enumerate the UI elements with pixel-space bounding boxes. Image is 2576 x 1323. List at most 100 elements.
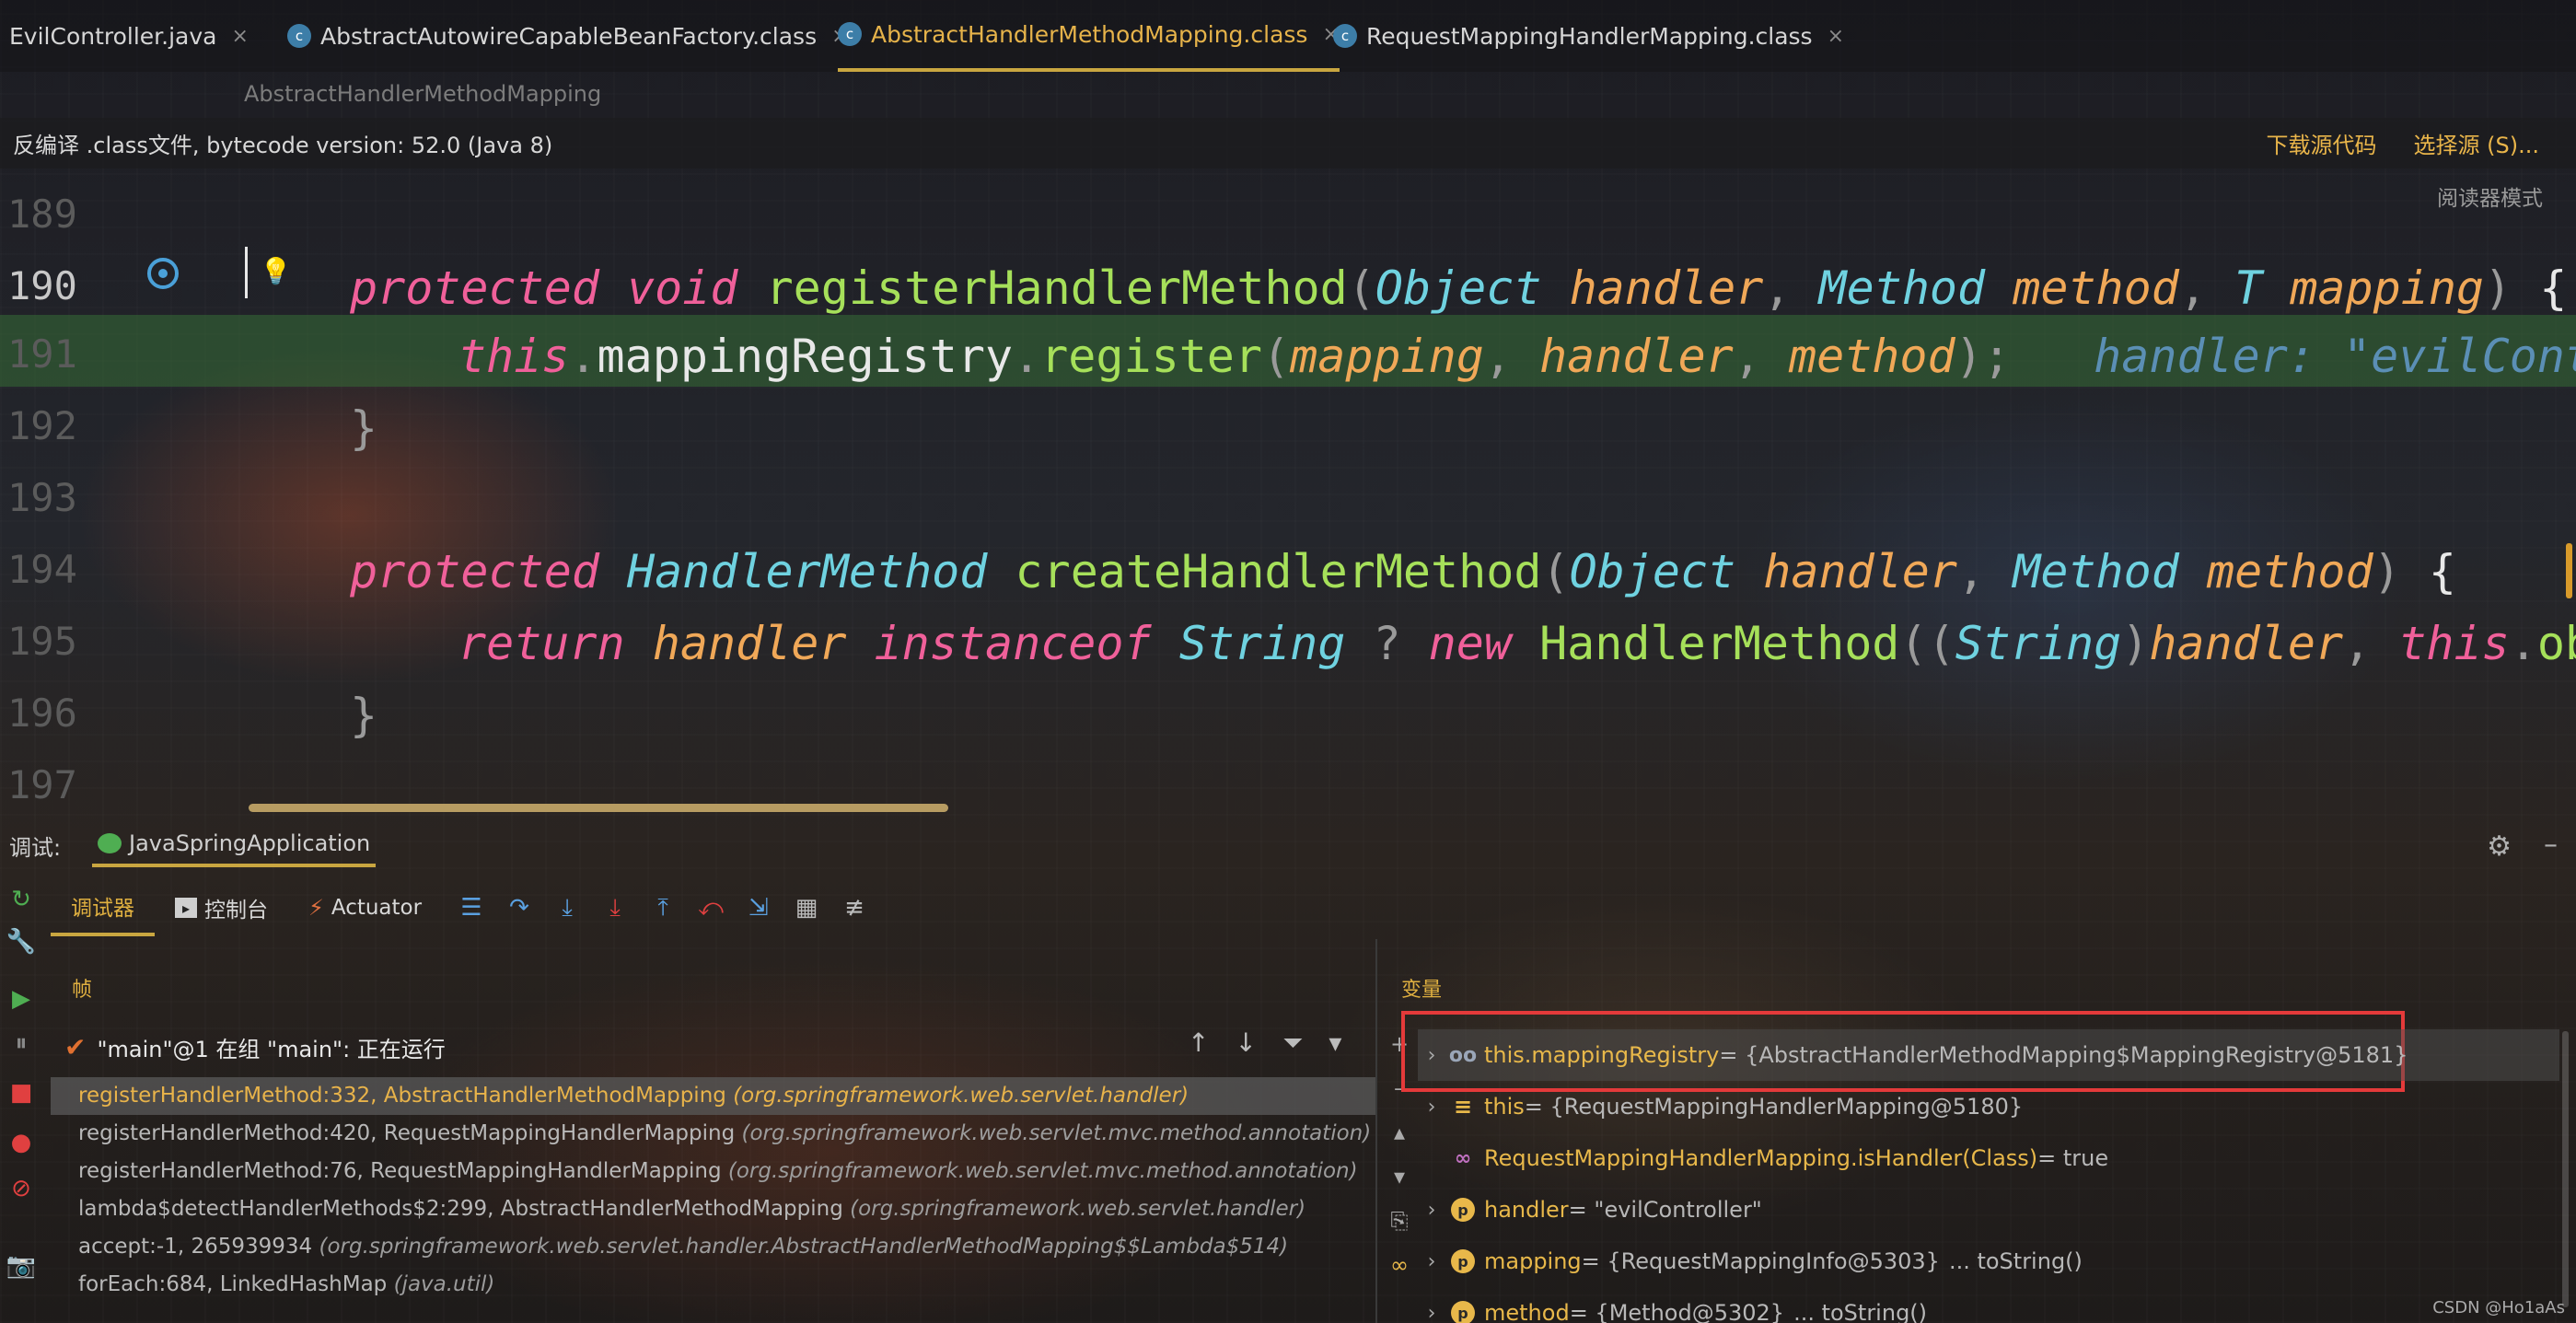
thread-label: "main"@1 在组 "main": 正在运行 <box>97 1037 446 1062</box>
variables-tree: › oo this.mappingRegistry = {AbstractHan… <box>1418 1029 2559 1323</box>
tab-debugger[interactable]: 调试器 <box>51 879 155 936</box>
step-over-icon[interactable]: ↷ <box>501 889 538 926</box>
bug-icon <box>98 833 122 853</box>
choose-source-link[interactable]: 选择源 (S)... <box>2414 127 2539 159</box>
view-breakpoints-icon[interactable]: ● <box>7 1129 35 1156</box>
variable-row[interactable]: › ≡ this = {RequestMappingHandlerMapping… <box>1418 1081 2559 1132</box>
variable-row[interactable]: › p mapping = {RequestMappingInfo@5303} … <box>1418 1236 2559 1287</box>
watch-icon: oo <box>1448 1043 1478 1067</box>
actuator-icon: ⚡ <box>308 895 324 921</box>
line-number: 196 <box>7 691 77 736</box>
code-line: 195 return handler instanceof String ? n… <box>0 602 2576 674</box>
gear-icon[interactable]: ⚙ <box>2487 830 2512 863</box>
class-file-icon: c <box>287 24 311 48</box>
wrench-icon[interactable]: 🔧 <box>6 928 36 956</box>
variable-row[interactable]: › p handler = "evilController" <box>1418 1184 2559 1236</box>
stop-icon[interactable]: ■ <box>7 1079 35 1107</box>
frame-item[interactable]: registerHandlerMethod:420, RequestMappin… <box>51 1115 1376 1153</box>
close-icon[interactable]: × <box>232 25 249 48</box>
minimize-icon[interactable]: – <box>2544 829 2558 861</box>
frame-item[interactable]: registerHandlerMethod:332, AbstractHandl… <box>51 1077 1376 1115</box>
filter-icon[interactable]: ⏷ <box>1282 1027 1303 1059</box>
to-string-link[interactable]: ... toString() <box>1949 1248 2083 1274</box>
resume-icon[interactable]: ▶ <box>7 985 35 1013</box>
code-line: 189 <box>0 175 2576 247</box>
frame-item[interactable]: accept:-1, 265939934 (org.springframewor… <box>51 1228 1376 1266</box>
code-editor[interactable]: 189 190 protected void registerHandlerMe… <box>0 175 2576 819</box>
line-number: 195 <box>7 619 77 664</box>
tab-evilcontroller[interactable]: EvilController.java × <box>9 0 249 72</box>
arrow-down-icon[interactable]: ↓ <box>1235 1027 1256 1059</box>
mute-breakpoints-icon[interactable]: ⊘ <box>7 1175 35 1202</box>
close-icon[interactable]: × <box>1828 25 1844 48</box>
variables-scrollbar[interactable] <box>2562 1031 2569 1307</box>
chevron-right-icon[interactable]: › <box>1418 1044 1445 1067</box>
code-line-highlighted: 191 this.mappingRegistry.register(mappin… <box>0 315 2576 387</box>
chevron-right-icon[interactable]: › <box>1418 1250 1445 1273</box>
pause-icon[interactable]: ⏸ <box>7 1029 35 1057</box>
show-execution-point-icon[interactable]: ☰ <box>453 889 490 926</box>
debug-tool-header: 调试: JavaSpringApplication ⚙ – <box>0 823 2576 867</box>
frame-item[interactable]: registerHandlerMethod:76, RequestMapping… <box>51 1153 1376 1190</box>
tab-requestmappinghandlermapping[interactable]: c RequestMappingHandlerMapping.class × <box>1333 0 1844 72</box>
rerun-icon[interactable]: ↻ <box>7 886 35 913</box>
camera-icon[interactable]: 📷 <box>6 1252 36 1280</box>
drop-frame-icon[interactable]: ⤺ <box>692 889 729 926</box>
arrow-up-icon[interactable]: ↑ <box>1188 1027 1209 1059</box>
frames-list: registerHandlerMethod:332, AbstractHandl… <box>51 1077 1376 1304</box>
chevron-right-icon[interactable]: › <box>1418 1199 1445 1222</box>
tab-actuator[interactable]: ⚡ Actuator <box>288 879 442 936</box>
chevron-right-icon[interactable]: › <box>1418 1302 1445 1323</box>
frame-item[interactable]: forEach:684, LinkedHashMap (java.util) <box>51 1266 1376 1304</box>
class-file-icon: c <box>838 22 862 46</box>
evaluate-expression-icon[interactable]: ▦ <box>788 889 825 926</box>
move-up-icon[interactable]: ▴ <box>1386 1120 1413 1164</box>
variable-row[interactable]: › p method = {Method@5302} ... toString(… <box>1418 1287 2559 1323</box>
move-down-icon[interactable]: ▾ <box>1386 1164 1413 1208</box>
thread-selector[interactable]: ✔ "main"@1 在组 "main": 正在运行 <box>64 1031 446 1063</box>
trace-icon[interactable]: ≢ <box>836 889 873 926</box>
force-step-into-icon[interactable]: ⤓ <box>597 889 633 926</box>
param-icon: p <box>1451 1198 1475 1222</box>
copy-icon[interactable]: ⎘ <box>1386 1208 1413 1252</box>
line-number: 189 <box>7 191 77 237</box>
panel-divider[interactable] <box>1375 939 1377 1323</box>
code-line: 193 <box>0 458 2576 530</box>
watermark: CSDN @Ho1aAs <box>2432 1298 2565 1317</box>
text-caret <box>245 247 248 298</box>
line-number: 194 <box>7 547 77 592</box>
line-number: 197 <box>7 762 77 807</box>
check-icon: ✔ <box>64 1032 87 1062</box>
chevron-down-icon[interactable]: ▾ <box>1329 1027 1341 1059</box>
code-line: 190 protected void registerHandlerMethod… <box>0 247 2576 319</box>
code-text: this.mappingRegistry.register(mapping, h… <box>458 330 2576 383</box>
class-file-icon: c <box>1333 24 1357 48</box>
lightbulb-icon[interactable]: 💡 <box>260 256 292 286</box>
tab-console[interactable]: ▸ 控制台 <box>155 879 288 936</box>
fields-icon: ≡ <box>1453 1094 1473 1120</box>
download-source-link[interactable]: 下载源代码 <box>2267 127 2377 159</box>
param-icon: p <box>1451 1301 1475 1323</box>
breadcrumb[interactable]: AbstractHandlerMethodMapping <box>244 81 601 107</box>
tab-abstractautowire[interactable]: c AbstractAutowireCapableBeanFactory.cla… <box>287 0 849 72</box>
param-icon: p <box>1451 1249 1475 1273</box>
code-text: return handler instanceof String ? new H… <box>458 617 2576 670</box>
tab-label: EvilController.java <box>9 22 217 50</box>
step-into-icon[interactable]: ⤓ <box>549 889 586 926</box>
variable-row[interactable]: ∞ RequestMappingHandlerMapping.isHandler… <box>1418 1132 2559 1184</box>
breakpoint-override-icon[interactable] <box>147 258 179 289</box>
chevron-right-icon[interactable]: › <box>1418 1096 1445 1119</box>
tab-label: AbstractAutowireCapableBeanFactory.class <box>320 22 818 50</box>
editor-horizontal-scrollbar[interactable] <box>249 804 948 812</box>
variable-row[interactable]: › oo this.mappingRegistry = {AbstractHan… <box>1418 1029 2559 1081</box>
code-text: } <box>350 689 378 742</box>
frame-item[interactable]: lambda$detectHandlerMethods$2:299, Abstr… <box>51 1190 1376 1228</box>
tab-abstracthandlermethodmapping[interactable]: c AbstractHandlerMethodMapping.class × <box>838 0 1340 72</box>
run-config-tab[interactable]: JavaSpringApplication <box>92 823 377 867</box>
to-string-link[interactable]: ... toString() <box>1793 1300 1927 1323</box>
editor-vertical-scrollbar[interactable] <box>2566 543 2572 598</box>
run-to-cursor-icon[interactable]: ⇲ <box>740 889 777 926</box>
step-out-icon[interactable]: ⤒ <box>644 889 681 926</box>
method-return-icon: ∞ <box>1454 1146 1472 1170</box>
glasses-icon[interactable]: ∞ <box>1386 1252 1413 1296</box>
